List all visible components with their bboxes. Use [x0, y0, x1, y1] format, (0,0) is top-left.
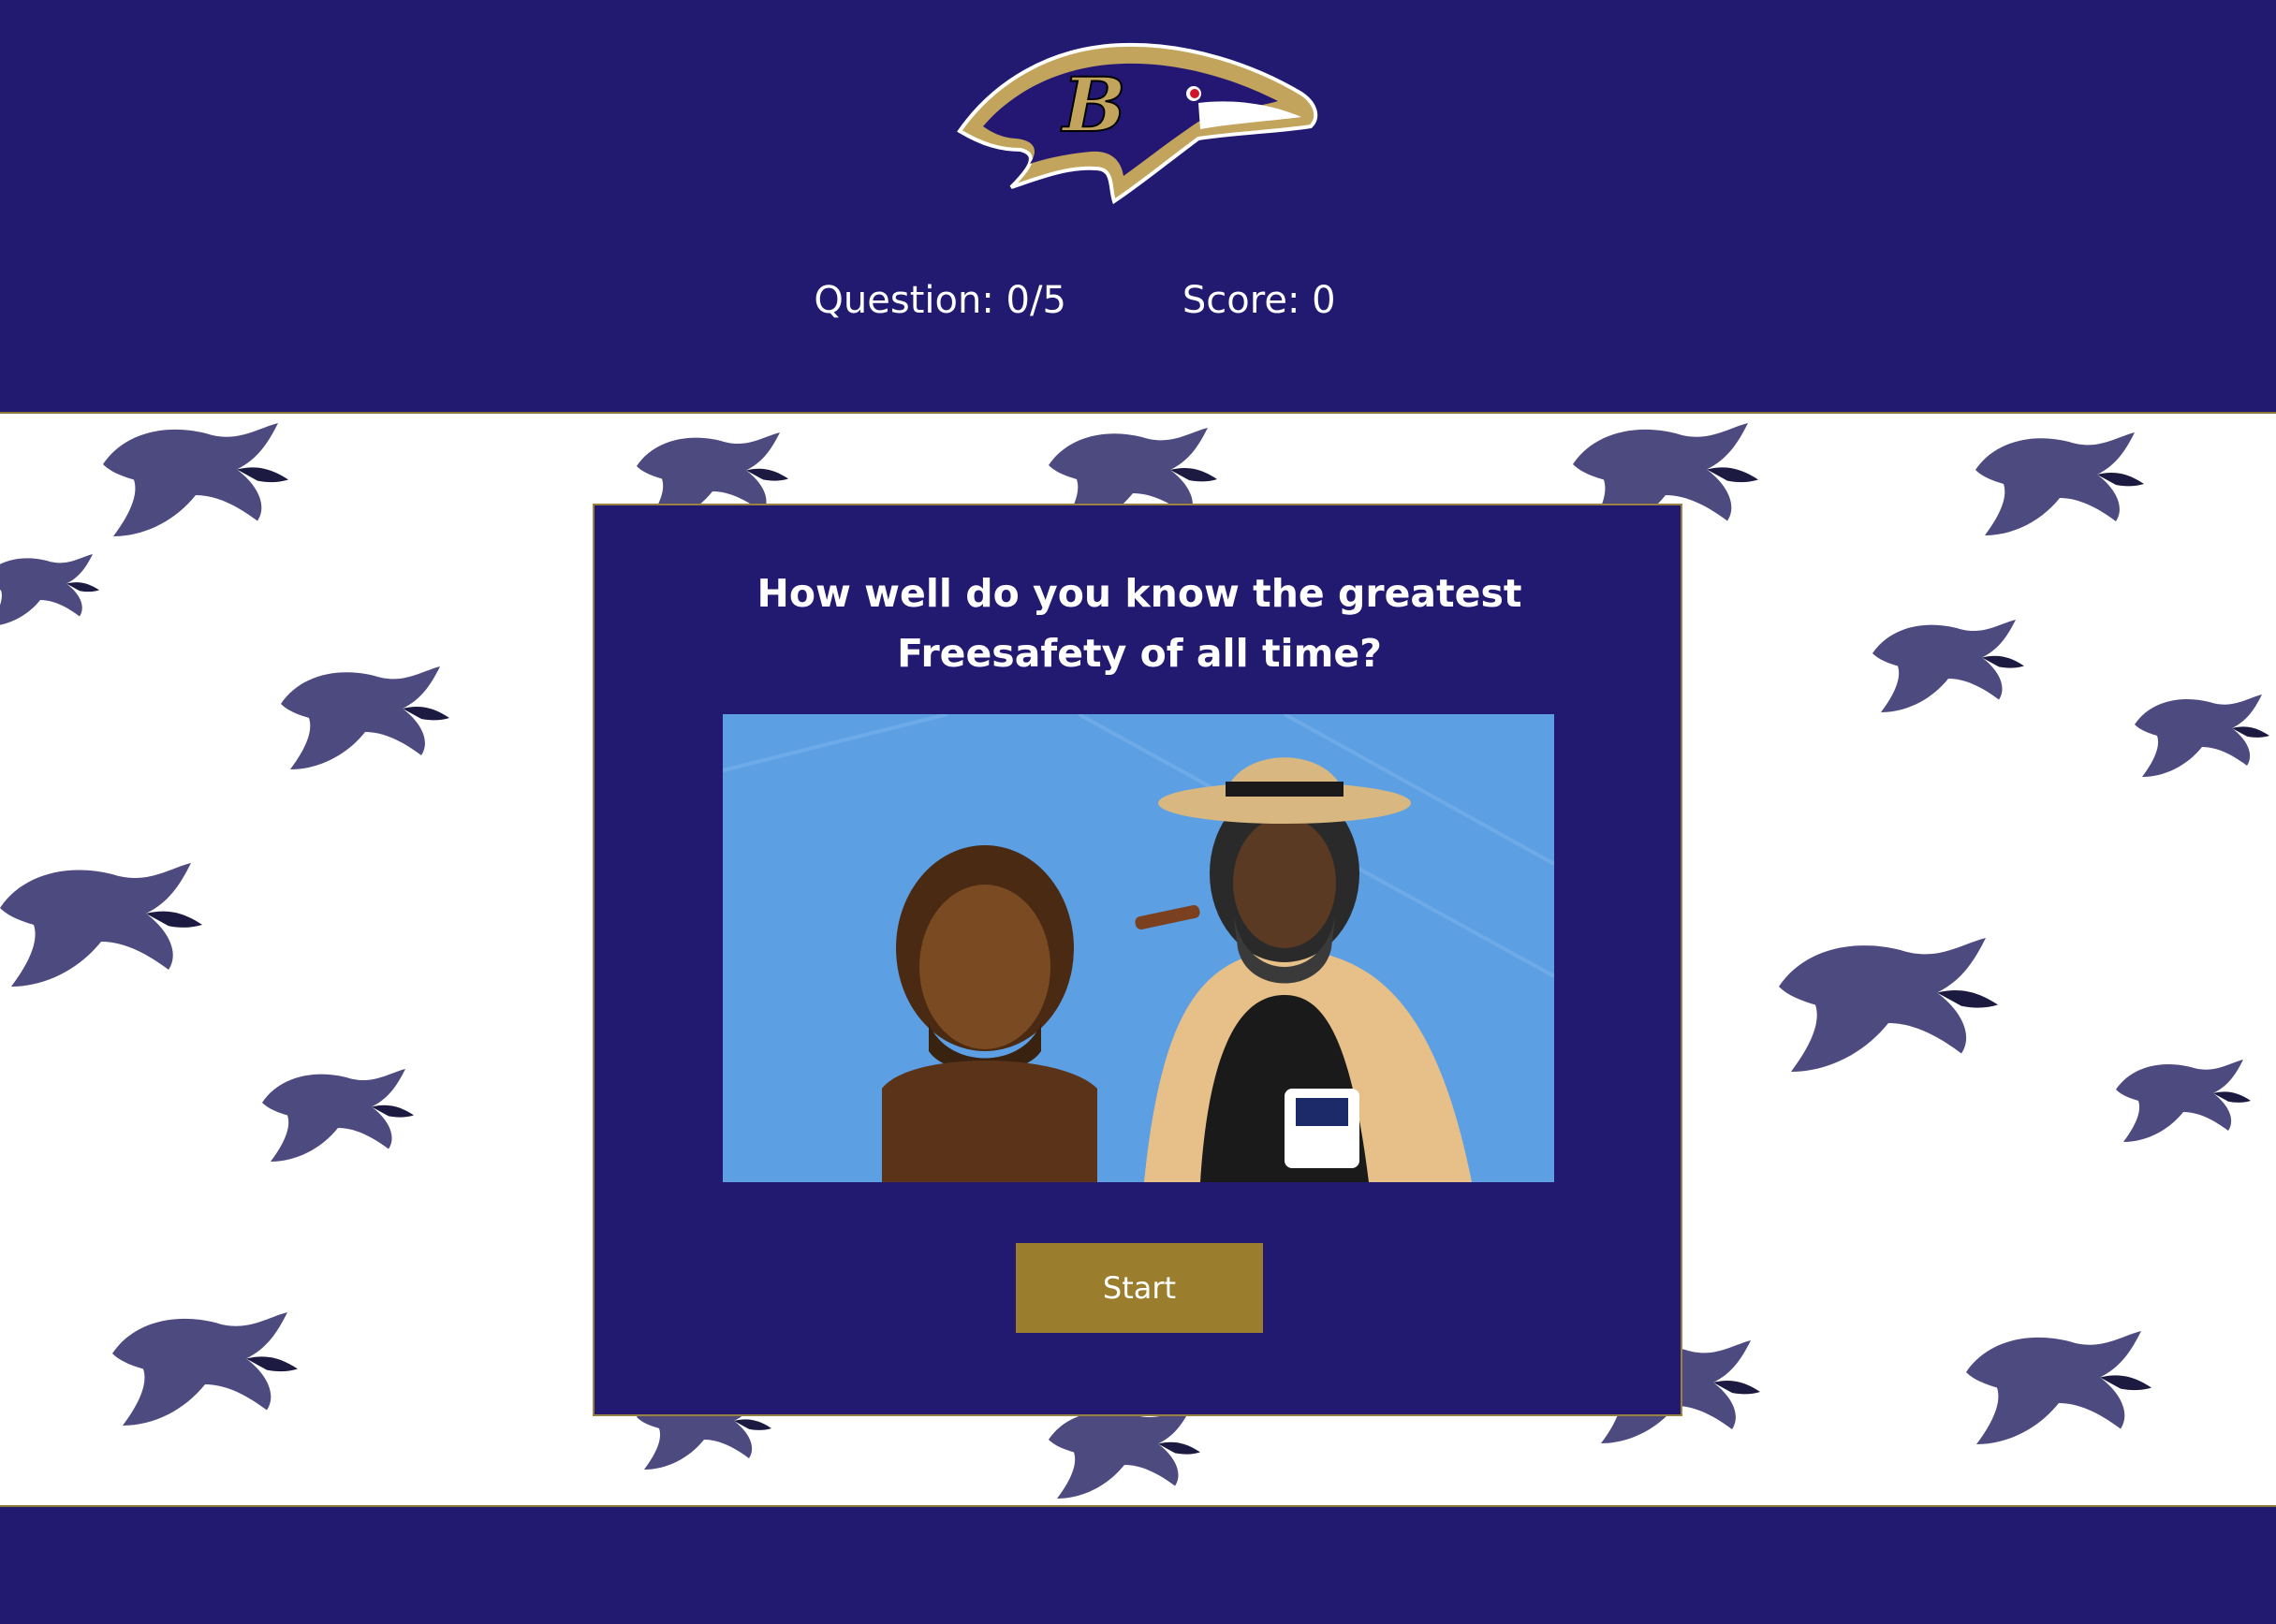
- header: B Question: 0/5 Score: 0: [0, 0, 2276, 412]
- stats-bar: Question: 0/5 Score: 0: [0, 279, 2276, 322]
- raven-icon: [112, 1312, 298, 1426]
- raven-icon: [262, 1069, 414, 1162]
- raven-icon: [1872, 620, 2024, 712]
- raven-icon: [1779, 938, 1998, 1072]
- raven-icon: [0, 863, 203, 987]
- raven-icon: [2116, 1060, 2251, 1142]
- start-button[interactable]: Start: [1016, 1243, 1263, 1333]
- raven-icon: [1049, 1406, 1200, 1499]
- photo-illustration: [723, 714, 1554, 1182]
- raven-icon: [2135, 695, 2269, 777]
- quiz-card: How well do you know the greatest Freesa…: [593, 504, 1682, 1416]
- baltimore-ravens-logo-icon: B: [957, 42, 1318, 205]
- footer: [0, 1507, 2276, 1624]
- raven-icon: [103, 423, 288, 536]
- raven-icon: [1975, 432, 2144, 535]
- svg-text:B: B: [1061, 61, 1126, 149]
- quiz-question: How well do you know the greatest Freesa…: [756, 571, 1522, 676]
- question-counter: Question: 0/5: [814, 279, 1066, 322]
- hall-of-fame-bust-photo: [723, 714, 1554, 1182]
- raven-icon: [1966, 1331, 2151, 1444]
- raven-icon: [0, 554, 99, 626]
- score-counter: Score: 0: [1182, 279, 1336, 322]
- raven-icon: [281, 666, 449, 769]
